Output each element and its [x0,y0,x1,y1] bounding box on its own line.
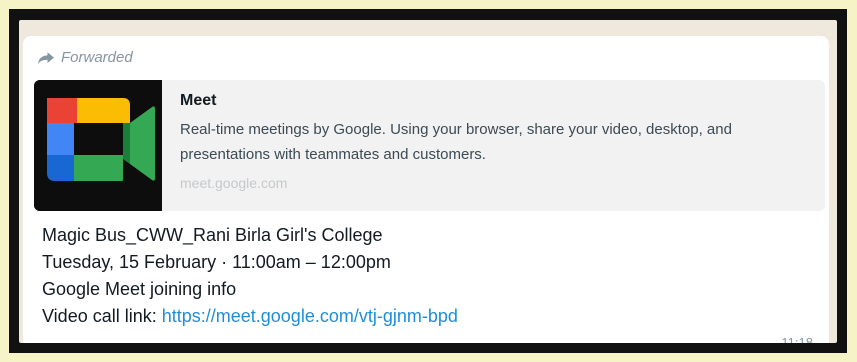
chat-background: Forwarded Meet Real-time meetings by Goo… [19,20,837,343]
link-preview-body: Meet Real-time meetings by Google. Using… [162,80,825,211]
forwarded-label: Forwarded [61,49,133,66]
link-preview-description: Real-time meetings by Google. Using your… [180,121,732,163]
link-preview-domain: meet.google.com [180,174,288,191]
meeting-title: Magic Bus_CWW_Rani Birla Girl's College [42,225,383,245]
video-call-link[interactable]: https://meet.google.com/vtj-gjnm-bpd [162,306,458,326]
link-preview-card[interactable]: Meet Real-time meetings by Google. Using… [34,80,825,211]
forwarded-indicator: Forwarded [37,49,133,66]
video-call-link-label: Video call link: [42,306,162,326]
meeting-info-label: Google Meet joining info [42,279,237,299]
forward-arrow-icon [37,51,55,65]
message-timestamp: 11:18 [781,335,813,343]
message-bubble[interactable]: Forwarded Meet Real-time meetings by Goo… [23,36,829,343]
google-meet-logo-icon [34,80,162,211]
screenshot-frame: Forwarded Meet Real-time meetings by Goo… [9,9,847,353]
link-preview-thumbnail [34,80,162,211]
video-call-link-line: Video call link: https://meet.google.com… [42,303,458,330]
link-preview-title: Meet [180,92,217,109]
message-text: Magic Bus_CWW_Rani Birla Girl's College … [42,222,458,330]
meeting-time: Tuesday, 15 February · 11:00am – 12:00pm [42,252,391,272]
